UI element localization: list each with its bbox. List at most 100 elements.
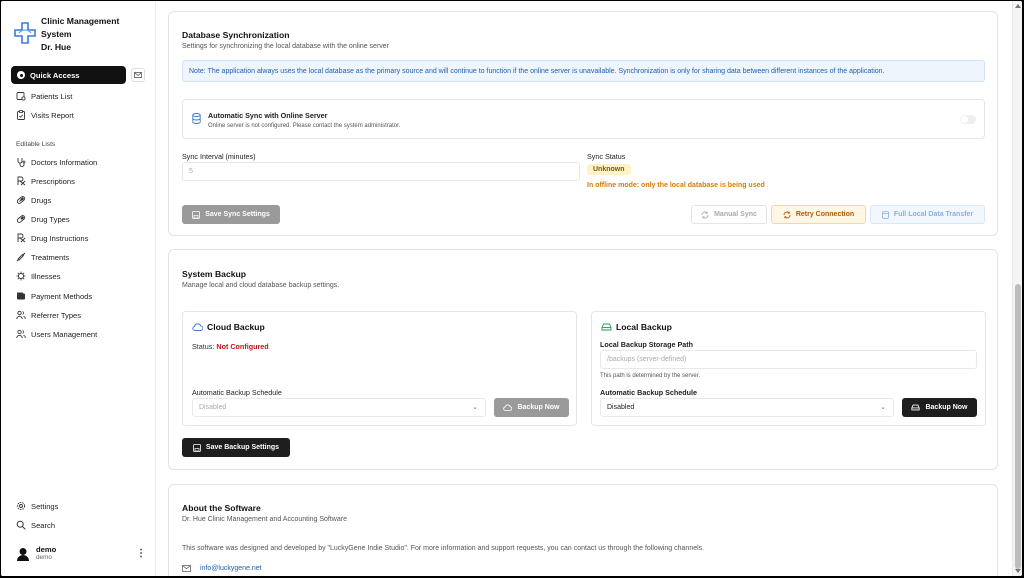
patients-icon (16, 92, 26, 101)
local-backup-now-button[interactable]: Backup Now (902, 398, 977, 417)
chevron-down-icon: ⌄ (472, 404, 478, 411)
cloud-status: Status: Not Configured (192, 342, 269, 351)
stethoscope-icon (17, 158, 26, 167)
sidebar-item-prescriptions[interactable]: Prescriptions (16, 176, 75, 186)
more-vertical-icon[interactable]: ⋮ (136, 548, 146, 559)
local-path-label: Local Backup Storage Path (600, 340, 694, 349)
gear-icon (16, 501, 26, 511)
clipboard-icon (17, 110, 25, 120)
sidebar-item-patients-list[interactable]: Patients List (16, 91, 72, 101)
sync-card: Database Synchronization Settings for sy… (168, 11, 998, 236)
sidebar-item-treatments[interactable]: Treatments (16, 252, 69, 262)
syringe-icon (16, 252, 26, 262)
sidebar-item-search[interactable]: Search (16, 520, 55, 530)
sidebar-item-users-management[interactable]: Users Management (16, 329, 97, 339)
sidebar-item-drugs[interactable]: Drugs (16, 195, 51, 205)
cloud-schedule-select[interactable]: Disabled ⌄ (192, 398, 486, 417)
user-menu[interactable]: demo demo ⋮ (16, 545, 146, 562)
cloud-icon (192, 323, 203, 331)
save-sync-settings-button[interactable]: Save Sync Settings (182, 205, 280, 224)
hard-drive-icon (911, 404, 921, 411)
avatar (17, 547, 29, 561)
local-schedule-select[interactable]: Disabled ⌄ (600, 398, 894, 417)
save-icon (193, 443, 201, 452)
sidebar-item-label: Referrer Types (31, 310, 82, 320)
quick-access-label: Quick Access (30, 70, 80, 80)
sidebar-item-referrer-types[interactable]: Referrer Types (16, 310, 81, 320)
plus-circle-icon (17, 71, 25, 79)
about-subtitle: Dr. Hue Clinic Management and Accounting… (182, 516, 347, 523)
sync-title: Database Synchronization (182, 30, 290, 40)
retry-connection-label: Retry Connection (795, 211, 855, 218)
sidebar-item-label: Patients List (31, 91, 73, 101)
about-body: This software was designed and developed… (182, 545, 705, 552)
sidebar-item-label: Illnesses (31, 271, 61, 281)
full-local-data-transfer-button[interactable]: Full Local Data Transfer (870, 205, 985, 224)
inbox-button[interactable] (131, 68, 145, 82)
users-icon (16, 329, 26, 339)
sync-subtitle: Settings for synchronizing the local dat… (182, 43, 390, 50)
retry-connection-button[interactable]: Retry Connection (771, 205, 866, 224)
brand[interactable]: Clinic Management System Dr. Hue (13, 15, 141, 54)
cloud-schedule-value: Disabled (199, 404, 227, 411)
local-path-input[interactable]: /backups (server-defined) (600, 350, 977, 369)
sidebar-item-label: Drug Instructions (31, 233, 89, 243)
cloud-backup-title: Cloud Backup (207, 322, 265, 332)
status-badge: Unknown (587, 164, 631, 175)
sidebar-item-label: Search (31, 520, 56, 530)
about-card: About the Software Dr. Hue Clinic Manage… (168, 484, 998, 576)
sidebar-item-label: Payment Methods (31, 291, 93, 301)
scroll-up-arrow-icon[interactable] (1015, 4, 1021, 8)
auto-sync-title: Automatic Sync with Online Server (208, 111, 328, 120)
sidebar-item-settings[interactable]: Settings (16, 501, 58, 511)
scrollbar[interactable] (1012, 1, 1022, 576)
manual-sync-label: Manual Sync (714, 211, 757, 218)
offline-mode-message: In offline mode: only the local database… (587, 182, 765, 189)
rx-icon (17, 176, 26, 186)
backup-card: System Backup Manage local and cloud dat… (168, 249, 998, 470)
sidebar-item-label: Settings (31, 501, 59, 511)
cloud-schedule-label: Automatic Backup Schedule (192, 388, 282, 397)
save-backup-settings-button[interactable]: Save Backup Settings (182, 438, 290, 457)
app-title: Clinic Management System Dr. Hue (41, 16, 120, 52)
support-email-link[interactable]: info@luckygene.net (200, 565, 262, 572)
manual-sync-button[interactable]: Manual Sync (691, 205, 767, 224)
auto-sync-toggle[interactable] (960, 115, 976, 124)
sidebar-item-label: Prescriptions (31, 176, 75, 186)
database-icon (881, 210, 889, 219)
database-icon (192, 113, 201, 124)
wallet-icon (17, 292, 25, 300)
sidebar-item-label: Users Management (31, 329, 98, 339)
sidebar-item-doctors-information[interactable]: Doctors Information (16, 157, 97, 167)
medical-cross-logo-icon (14, 22, 36, 44)
virus-icon (16, 271, 26, 281)
chevron-down-icon: ⌄ (880, 404, 886, 411)
sidebar-item-payment-methods[interactable]: Payment Methods (16, 291, 92, 301)
local-path-hint: This path is determined by the server. (600, 373, 701, 379)
local-backup-panel: Local Backup Local Backup Storage Path /… (591, 311, 986, 426)
sidebar: Clinic Management System Dr. Hue Quick A… (1, 1, 156, 576)
sync-interval-input[interactable]: 5 (182, 162, 580, 181)
cloud-backup-now-button[interactable]: Backup Now (494, 398, 569, 417)
pill-icon (16, 196, 26, 204)
mail-icon (182, 565, 191, 572)
sidebar-item-label: Drug Types (31, 214, 70, 224)
scrollbar-thumb[interactable] (1015, 284, 1021, 569)
local-backup-now-label: Backup Now (925, 404, 968, 411)
app-window: Clinic Management System Dr. Hue Quick A… (1, 1, 1022, 576)
refresh-icon (783, 211, 791, 218)
about-title: About the Software (182, 503, 261, 513)
sidebar-item-visits-report[interactable]: Visits Report (16, 110, 74, 120)
pill-icon (16, 215, 26, 223)
users-icon (16, 310, 26, 320)
sidebar-item-illnesses[interactable]: Illnesses (16, 271, 61, 281)
cloud-status-label: Status: (192, 342, 215, 351)
sidebar-item-label: Treatments (31, 252, 70, 262)
quick-access-button[interactable]: Quick Access (11, 66, 126, 84)
scroll-down-arrow-icon[interactable] (1015, 569, 1021, 573)
auto-sync-row: Automatic Sync with Online Server Online… (182, 99, 985, 139)
user-role: demo (36, 554, 52, 561)
sidebar-item-drug-instructions[interactable]: Drug Instructions (16, 233, 88, 243)
local-schedule-value: Disabled (607, 404, 635, 411)
sidebar-item-drug-types[interactable]: Drug Types (16, 214, 70, 224)
